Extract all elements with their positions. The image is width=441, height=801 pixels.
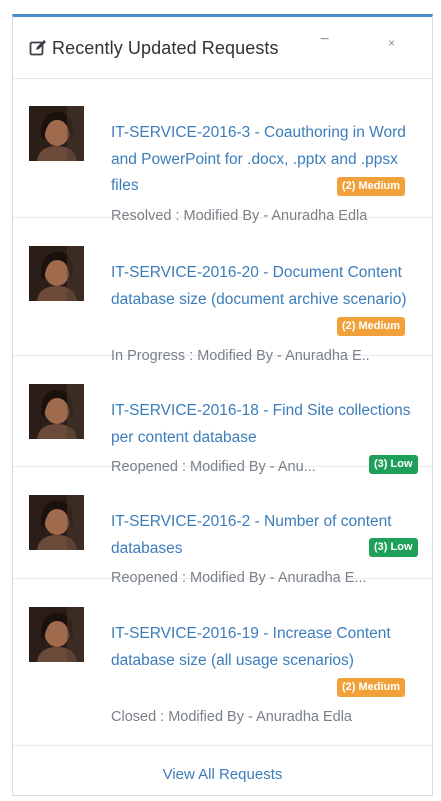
avatar bbox=[29, 106, 84, 161]
avatar bbox=[29, 495, 84, 550]
minimize-button[interactable]: − bbox=[320, 32, 329, 48]
panel-footer: View All Requests bbox=[13, 745, 432, 795]
priority-badge: (2) Medium bbox=[337, 317, 406, 336]
request-title-link[interactable]: IT-SERVICE-2016-18 - Find Site collectio… bbox=[111, 398, 427, 451]
request-item: IT-SERVICE-2016-2 - Number of content da… bbox=[13, 467, 432, 586]
avatar bbox=[29, 384, 84, 439]
request-item: IT-SERVICE-2016-3 - Coauthoring in Word … bbox=[13, 79, 432, 224]
request-item: IT-SERVICE-2016-19 - Increase Content da… bbox=[13, 579, 432, 731]
request-status: Closed : Modified By - Anuradha Edla bbox=[111, 709, 352, 725]
priority-badge: (2) Medium bbox=[337, 678, 406, 697]
avatar bbox=[29, 246, 84, 301]
panel-header: Recently Updated Requests − × bbox=[13, 17, 432, 79]
request-item: IT-SERVICE-2016-18 - Find Site collectio… bbox=[13, 356, 432, 475]
request-item: IT-SERVICE-2016-20 - Document Content da… bbox=[13, 218, 432, 364]
view-all-requests-link[interactable]: View All Requests bbox=[163, 766, 283, 783]
avatar bbox=[29, 607, 84, 662]
close-button[interactable]: × bbox=[388, 36, 395, 50]
priority-badge: (2) Medium bbox=[337, 177, 406, 196]
priority-badge: (3) Low bbox=[369, 538, 418, 557]
request-title-link[interactable]: IT-SERVICE-2016-19 - Increase Content da… bbox=[111, 621, 427, 674]
recent-requests-panel: Recently Updated Requests − × IT-SERVICE… bbox=[12, 14, 433, 796]
panel-title: Recently Updated Requests bbox=[52, 37, 279, 58]
edit-icon bbox=[28, 38, 48, 58]
request-title-link[interactable]: IT-SERVICE-2016-20 - Document Content da… bbox=[111, 260, 427, 313]
